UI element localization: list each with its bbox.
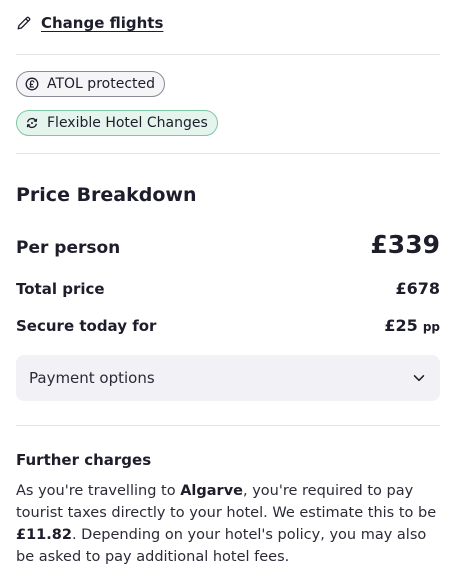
payment-options-dropdown[interactable]: Payment options xyxy=(16,355,440,401)
per-person-label: Per person xyxy=(16,238,121,258)
destination-name: Algarve xyxy=(180,483,243,499)
change-flights-label[interactable]: Change flights xyxy=(41,14,163,32)
flexible-badge-label: Flexible Hotel Changes xyxy=(47,115,208,131)
per-person-price: £339 xyxy=(370,230,440,259)
total-price-row: Total price £678 xyxy=(16,279,440,298)
further-charges-title: Further charges xyxy=(16,451,152,469)
refresh-icon xyxy=(25,116,39,130)
atol-badge: ATOL protected xyxy=(16,71,166,97)
atol-icon xyxy=(25,77,39,91)
total-price-value: £678 xyxy=(395,279,440,298)
flexible-hotel-changes-badge: Flexible Hotel Changes xyxy=(16,110,218,136)
divider xyxy=(16,54,440,55)
chevron-down-icon[interactable] xyxy=(412,371,426,385)
change-flights-link[interactable]: Change flights xyxy=(16,12,163,34)
further-charges-text-part: As you're travelling to xyxy=(16,483,181,499)
pencil-icon xyxy=(16,15,32,31)
divider xyxy=(16,153,440,154)
secure-today-value: £25 xyxy=(384,316,418,335)
payment-options-label[interactable]: Payment options xyxy=(29,369,155,387)
divider xyxy=(16,425,440,426)
secure-today-row: Secure today for £25 pp xyxy=(16,316,440,335)
secure-today-label: Secure today for xyxy=(16,317,157,335)
atol-badge-label: ATOL protected xyxy=(47,76,156,92)
per-person-suffix: pp xyxy=(422,320,440,334)
per-person-row: Per person £339 xyxy=(16,230,440,259)
further-charges-text: As you're travelling to Algarve, you're … xyxy=(16,480,440,568)
tourist-tax-amount: £11.82 xyxy=(16,527,72,543)
total-price-label: Total price xyxy=(16,280,105,298)
secure-today-amount: £25 pp xyxy=(384,316,440,335)
price-breakdown-title: Price Breakdown xyxy=(16,184,197,206)
further-charges-text-part: . Depending on your hotel's policy, you … xyxy=(16,527,427,565)
